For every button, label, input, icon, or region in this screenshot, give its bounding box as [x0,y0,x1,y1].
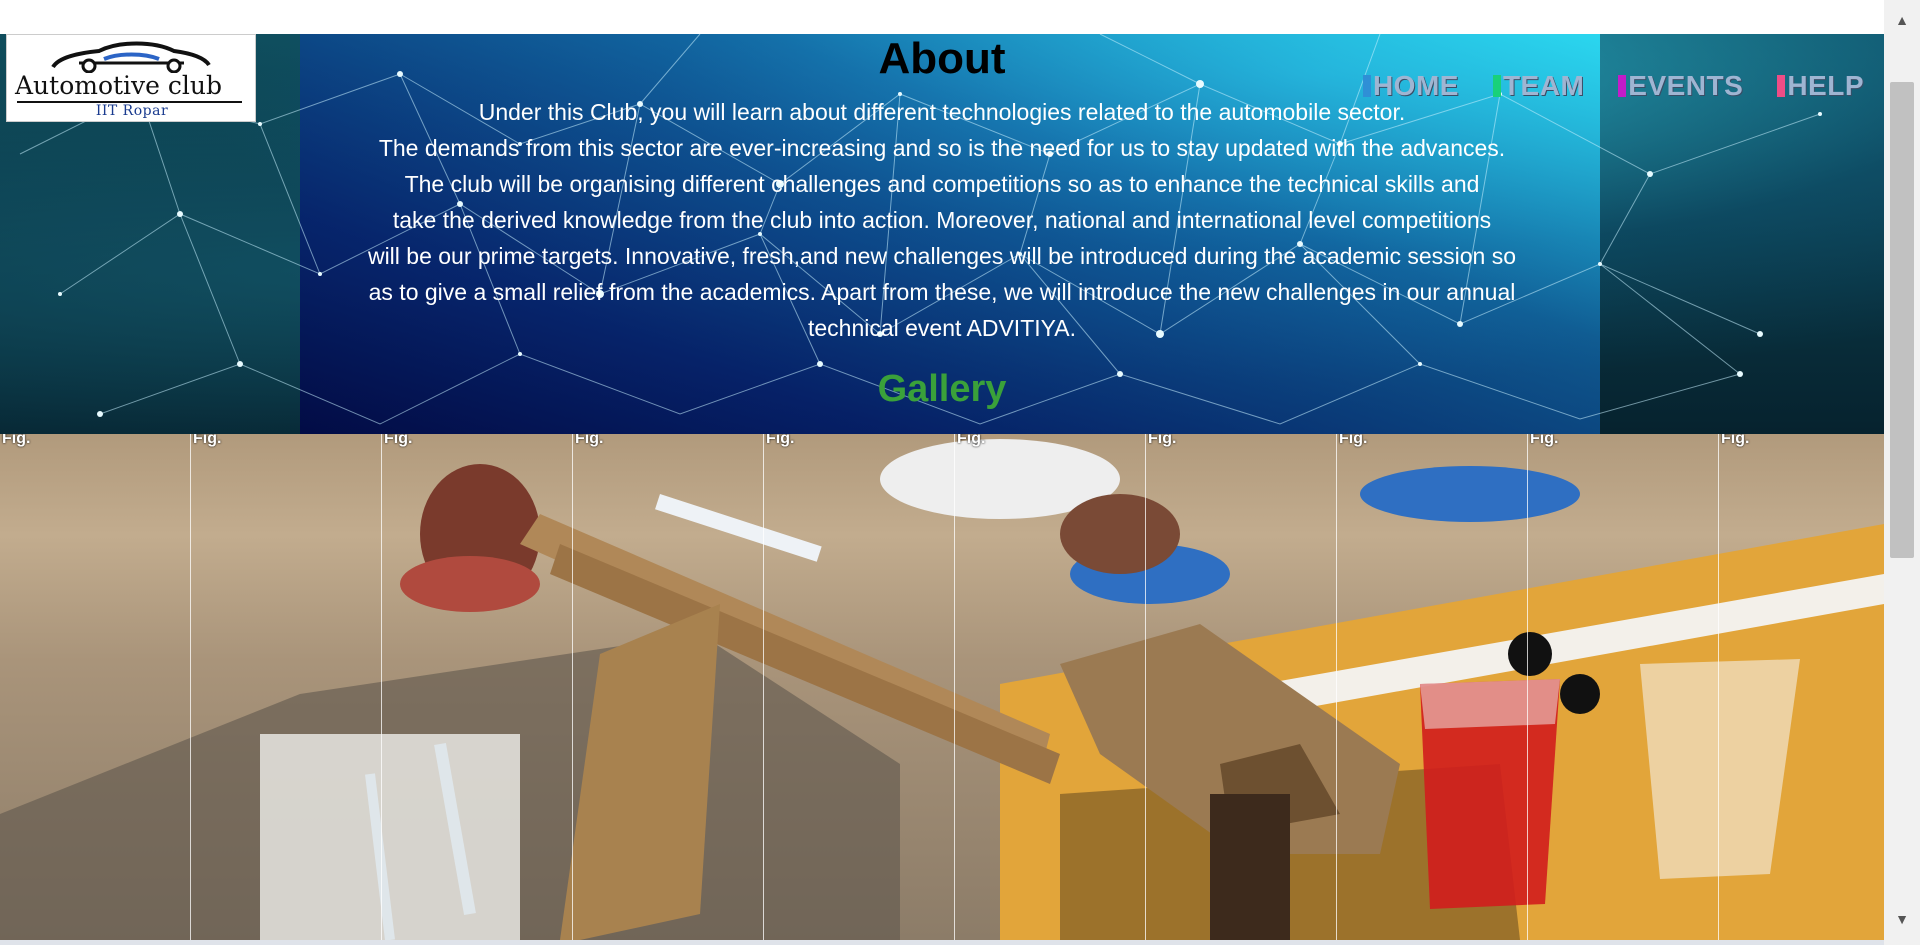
gallery-figure[interactable]: Fig. [764,434,955,940]
page-viewport: About Under this Club, you will learn ab… [0,34,1884,940]
nav-item-home[interactable]: HOME [1362,70,1459,102]
page-bottom-edge [0,940,1884,945]
figure-caption: Fig. [1721,434,1750,447]
nav-accent-marker [1618,75,1627,97]
gallery-figure[interactable]: Fig. [955,434,1146,940]
gallery-heading: Gallery [877,368,1007,410]
nav-item-team[interactable]: TEAM [1492,70,1585,102]
gallery-figure[interactable]: Fig. [382,434,573,940]
scroll-up-arrow-icon[interactable]: ▲ [1890,12,1914,32]
vertical-scrollbar[interactable]: ▲ ▼ [1884,0,1920,945]
gallery-figure[interactable]: Fig. [1528,434,1719,940]
gallery-figure[interactable]: Fig. [1719,434,1884,940]
figure-caption: Fig. [2,434,31,447]
about-line: take the derived knowledge from the club… [392,207,1492,233]
figure-caption: Fig. [193,434,222,447]
about-line: as to give a small relief from the acade… [368,279,1516,305]
nav-accent-marker [1362,75,1371,97]
figure-caption: Fig. [1148,434,1177,447]
about-line: will be our prime targets. Innovative, f… [367,243,1517,269]
nav-label: TEAM [1502,70,1585,101]
nav-label: EVENTS [1628,70,1744,101]
nav-label: HOME [1372,70,1459,101]
about-line: technical event ADVITIYA. [807,315,1077,341]
about-line: The demands from this sector are ever-in… [378,135,1506,161]
gallery-figure[interactable]: Fig. [0,434,191,940]
scroll-down-arrow-icon[interactable]: ▼ [1890,911,1914,931]
main-nav: HOME TEAM EVENTS HELP [1362,70,1864,102]
figure-caption: Fig. [1339,434,1368,447]
gallery-figure[interactable]: Fig. [1337,434,1528,940]
club-logo[interactable]: Automotive club IIT Ropar [6,34,256,122]
gallery-figure[interactable]: Fig. [191,434,382,940]
logo-title: Automotive club [15,71,223,100]
gallery-figure[interactable]: Fig. [1146,434,1337,940]
figure-caption: Fig. [384,434,413,447]
scrollbar-thumb[interactable] [1890,82,1914,558]
figure-caption: Fig. [1530,434,1559,447]
nav-item-help[interactable]: HELP [1777,70,1864,102]
car-logo-icon [51,41,211,73]
nav-item-events[interactable]: EVENTS [1618,70,1743,102]
browser-top-strip [0,0,1920,35]
figure-caption: Fig. [575,434,604,447]
about-line: The club will be organising different ch… [404,171,1480,197]
logo-subtitle: IIT Ropar [95,103,169,119]
about-paragraph: Under this Club, you will learn about di… [310,94,1574,346]
nav-accent-marker [1777,75,1786,97]
gallery-strip: Fig. Fig. Fig. Fig. Fig. Fig. Fig. Fig. … [0,434,1884,940]
nav-label: HELP [1787,70,1864,101]
figure-caption: Fig. [957,434,986,447]
nav-accent-marker [1492,75,1501,97]
gallery-figure[interactable]: Fig. [573,434,764,940]
figure-caption: Fig. [766,434,795,447]
